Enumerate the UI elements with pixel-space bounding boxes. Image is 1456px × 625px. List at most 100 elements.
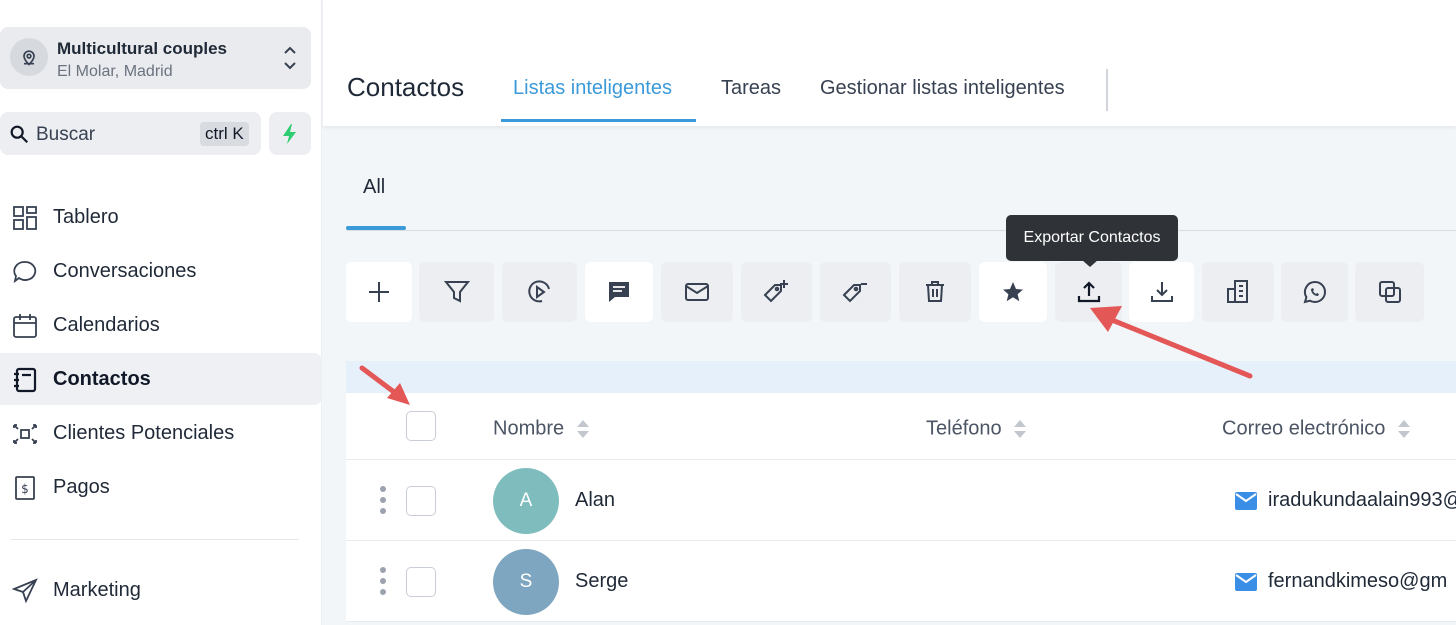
sort-icon bbox=[1397, 420, 1410, 438]
add-contact-button[interactable] bbox=[346, 262, 412, 322]
account-name: Multicultural couples bbox=[57, 39, 228, 58]
header-separator bbox=[1106, 69, 1108, 111]
chevron-up-down-icon bbox=[284, 46, 296, 70]
sidebar-item-tablero[interactable]: Tablero bbox=[0, 191, 322, 243]
filter-button[interactable] bbox=[419, 262, 494, 322]
account-location: El Molar, Madrid bbox=[57, 63, 173, 80]
search-label: Buscar bbox=[36, 124, 96, 145]
drag-handle-icon[interactable] bbox=[379, 566, 387, 596]
search-icon bbox=[10, 125, 29, 144]
sort-icon bbox=[1014, 420, 1027, 438]
building-icon bbox=[1227, 280, 1248, 303]
column-label: Correo electrónico bbox=[1222, 417, 1386, 440]
avatar: S bbox=[493, 549, 559, 615]
sidebar-item-label: Tablero bbox=[53, 205, 119, 228]
merge-button[interactable] bbox=[1355, 262, 1424, 322]
column-label: Nombre bbox=[493, 417, 565, 440]
dashboard-icon bbox=[13, 206, 37, 230]
email-icon bbox=[1235, 492, 1257, 510]
copy-merge-icon bbox=[1378, 281, 1401, 303]
chat-bubble-icon bbox=[13, 261, 37, 284]
contact-email[interactable]: fernandkimeso@gm bbox=[1268, 570, 1447, 593]
filter-icon bbox=[443, 281, 470, 303]
sidebar-item-label: Marketing bbox=[53, 578, 141, 601]
search-shortcut: ctrl K bbox=[200, 122, 249, 146]
row-checkbox[interactable] bbox=[406, 567, 436, 597]
column-label: Teléfono bbox=[926, 417, 1002, 440]
table-row[interactable]: S Serge fernandkimeso@gm bbox=[346, 541, 1456, 622]
calendar-icon bbox=[13, 314, 37, 338]
avatar: A bbox=[493, 468, 559, 534]
sidebar-item-clientes-potenciales[interactable]: Clientes Potenciales bbox=[0, 407, 322, 459]
contact-email[interactable]: iradukundaalain993@ bbox=[1268, 489, 1456, 512]
sidebar-item-calendarios[interactable]: Calendarios bbox=[0, 299, 322, 351]
contact-name[interactable]: Alan bbox=[575, 489, 615, 512]
whatsapp-button[interactable] bbox=[1281, 262, 1348, 322]
column-header-phone[interactable]: Teléfono bbox=[926, 417, 1027, 441]
subtab-divider bbox=[346, 230, 1456, 231]
selection-info-bar bbox=[346, 361, 1456, 393]
message-icon bbox=[609, 282, 629, 302]
tooltip-pointer bbox=[1082, 260, 1098, 267]
svg-text:$: $ bbox=[21, 482, 29, 496]
sidebar-item-conversaciones[interactable]: Conversaciones bbox=[0, 245, 322, 297]
export-tooltip: Exportar Contactos bbox=[1006, 215, 1178, 261]
column-header-name[interactable]: Nombre bbox=[493, 417, 590, 441]
account-switcher[interactable]: Multicultural couples El Molar, Madrid bbox=[0, 27, 311, 89]
drag-handle-icon[interactable] bbox=[379, 485, 387, 515]
import-contacts-button[interactable] bbox=[1129, 262, 1194, 322]
trash-icon bbox=[926, 281, 944, 302]
send-sms-button[interactable] bbox=[585, 262, 653, 322]
sidebar-item-label: Contactos bbox=[53, 367, 151, 390]
workflow-play-icon bbox=[527, 280, 550, 303]
search-bar[interactable]: Buscar ctrl K bbox=[0, 112, 261, 155]
sidebar-item-marketing[interactable]: Marketing bbox=[0, 564, 322, 616]
upload-icon bbox=[1077, 281, 1100, 303]
sidebar: Multicultural couples El Molar, Madrid B… bbox=[0, 0, 322, 625]
quick-actions-button[interactable] bbox=[269, 112, 311, 155]
active-tab-indicator bbox=[501, 119, 696, 122]
envelope-icon bbox=[685, 283, 709, 301]
sort-icon bbox=[576, 420, 589, 438]
sidebar-item-label: Calendarios bbox=[53, 313, 160, 336]
add-to-workflow-button[interactable] bbox=[502, 262, 577, 322]
star-button[interactable] bbox=[979, 262, 1047, 322]
company-button[interactable] bbox=[1202, 262, 1274, 322]
send-email-button[interactable] bbox=[661, 262, 733, 322]
paper-plane-icon bbox=[12, 578, 38, 604]
sidebar-item-pagos[interactable]: $ Pagos bbox=[0, 461, 322, 513]
subtab-all[interactable]: All bbox=[363, 176, 385, 199]
lightning-icon bbox=[283, 123, 296, 144]
top-header: Contactos Listas inteligentes Tareas Ges… bbox=[323, 0, 1456, 126]
sidebar-item-label: Clientes Potenciales bbox=[53, 421, 235, 444]
star-icon bbox=[1003, 282, 1023, 302]
remove-tag-button[interactable] bbox=[820, 262, 891, 322]
tab-listas-inteligentes[interactable]: Listas inteligentes bbox=[513, 77, 672, 100]
sidebar-divider bbox=[11, 539, 299, 540]
opportunities-icon bbox=[13, 424, 37, 444]
tag-plus-icon bbox=[763, 280, 788, 303]
select-all-checkbox[interactable] bbox=[406, 411, 436, 441]
email-icon bbox=[1235, 573, 1257, 591]
sidebar-item-contactos[interactable]: Contactos bbox=[0, 353, 322, 405]
location-icon bbox=[10, 38, 48, 76]
table-header: Nombre Teléfono Correo electrónico bbox=[346, 393, 1456, 460]
add-tag-button[interactable] bbox=[741, 262, 812, 322]
table-row[interactable]: A Alan iradukundaalain993@ bbox=[346, 460, 1456, 541]
contacts-book-icon bbox=[14, 367, 37, 393]
row-checkbox[interactable] bbox=[406, 486, 436, 516]
export-contacts-button[interactable] bbox=[1055, 262, 1122, 322]
whatsapp-icon bbox=[1303, 280, 1326, 304]
delete-button[interactable] bbox=[899, 262, 971, 322]
column-header-email[interactable]: Correo electrónico bbox=[1222, 417, 1411, 441]
sidebar-item-label: Pagos bbox=[53, 475, 110, 498]
tag-minus-icon bbox=[842, 283, 867, 303]
tab-tareas[interactable]: Tareas bbox=[721, 77, 781, 100]
page-title: Contactos bbox=[347, 72, 465, 102]
sidebar-item-label: Conversaciones bbox=[53, 259, 197, 282]
contact-name[interactable]: Serge bbox=[575, 570, 628, 593]
payments-icon: $ bbox=[15, 476, 35, 500]
plus-icon bbox=[369, 282, 389, 302]
tab-gestionar-listas[interactable]: Gestionar listas inteligentes bbox=[820, 77, 1065, 100]
download-icon bbox=[1150, 282, 1173, 302]
